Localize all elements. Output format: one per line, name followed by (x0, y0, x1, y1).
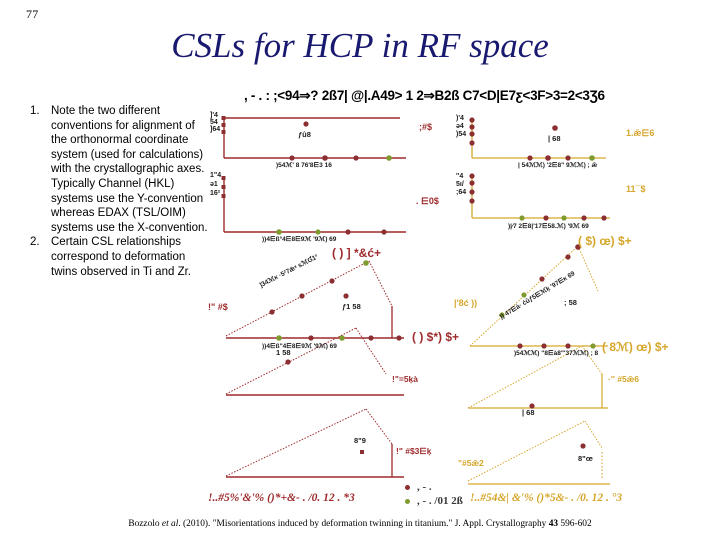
data-point-label: ƒû8 (298, 130, 311, 139)
axis-tick-row-label: )|⁄7 2⋿8|'17⋿58.ℳ) '9ℳ 69 (508, 223, 589, 230)
legend-marker-green-icon (405, 498, 410, 504)
list-item-number: 2. (30, 236, 40, 249)
axis-tick-label: ''4 (456, 173, 464, 180)
axis-tick-row-label: )54ℳℳ) "8⋿à8"'37ℳℳ) ; 8 (514, 350, 599, 357)
axis-tick-label: 16² (210, 190, 221, 197)
side-annotation: !"=5ķà (392, 374, 419, 384)
panel-caption-right: !..#54&| &'% ()*5&- . /0. 12 . °3 (470, 492, 623, 504)
corner-annotation: ( ) ] *&ć+ (332, 246, 382, 260)
axis-tick-label: ǝ4 (456, 123, 464, 130)
legend-item: , - . (405, 480, 463, 494)
interior-point-label: ; 58 (564, 298, 577, 307)
axis-tick-label: )'4 (456, 115, 464, 122)
citation-pages: 596-602 (558, 519, 592, 529)
side-annotation: 11¯$ (626, 184, 646, 194)
axis-tick-label: ]64 (210, 126, 221, 133)
citation-rest: . (2010). "Misorientations induced by de… (178, 519, 549, 529)
rf-space-diagram-left: ]'4 54 ]64 ƒû8 )54ℳ' 8 76'8⋿3 16 ;#$ 1"4… (208, 106, 464, 506)
corner-annotation: ( ) $*) $+ (412, 330, 460, 344)
slide-canvas: 77 CSLs for HCP in RF space 1. Note the … (0, 0, 720, 540)
axis-tick-label: 54 (210, 119, 218, 126)
data-point-label: | 68 (522, 408, 535, 417)
figure-area: , - . : ;<94⇒? 2ß7| @|.A49> 1 2⇒B2ß C7<D… (208, 88, 718, 513)
data-point-label: 1 58 (276, 348, 291, 357)
bullet-list: 1. Note the two different conventions fo… (30, 104, 210, 279)
legend-item: , - . /01 2ß (405, 494, 463, 508)
left-annotation: !" #$ (208, 302, 228, 312)
axis-tick-label: ǝ1 (210, 181, 218, 188)
list-item-text: Certain CSL relationships correspond to … (51, 236, 191, 278)
data-point-label: 8"œ (578, 454, 593, 463)
rf-space-diagram-right: )'4 ǝ4 )54 | 68 | 54ℳℳ) '2⋿8" 9ℳℳ) ; ǣ 1… (454, 106, 710, 506)
legend-label: , - . /01 2ß (417, 495, 463, 507)
axis-tick-label: 1"4 (210, 172, 222, 179)
citation-volume: 43 (548, 519, 559, 529)
side-annotation: ;#$ (419, 122, 433, 132)
side-annotation: . ⋿0$ (416, 196, 439, 206)
data-point-label: 8"9 (354, 436, 366, 445)
citation-authors: Bozzolo (128, 519, 162, 529)
side-annotation: ·'' #5ǣ6 (608, 374, 639, 384)
legend-marker-red-icon (405, 484, 410, 490)
side-annotation: 1.ǣ⋿6 (626, 128, 655, 138)
citation-etal: et al (161, 519, 179, 529)
side-annotation: !" #$3⋿ķ (396, 446, 432, 456)
list-item: 1. Note the two different conventions fo… (30, 104, 210, 235)
corner-annotation: ( $) œ) $+ (578, 234, 632, 248)
figure-header-text: , - . : ;<94⇒? 2ß7| @|.A49> 1 2⇒B2ß C7<D… (244, 88, 605, 103)
list-item-text: Note the two different conventions for a… (51, 105, 208, 234)
interior-point-label: ƒ1 58 (342, 302, 361, 311)
axis-tick-label: ;64 (456, 189, 467, 196)
citation-footer: Bozzolo et al. (2010). "Misorientations … (0, 519, 720, 529)
data-point-label: | 68 (548, 134, 561, 143)
left-annotation: |'8ć )) (454, 298, 478, 308)
axis-tick-row-label: ))4⋿ß"4⋿8⋿9ℳ '9ℳ) 69 (262, 343, 337, 350)
axis-tick-row-label: )54ℳ' 8 76'8⋿3 16 (276, 162, 332, 169)
panel-caption-left: !..#5%'&'% ()*+&- . /0. 12 . *3 (208, 492, 355, 504)
page-number: 77 (26, 7, 39, 21)
axis-tick-label: )54 (456, 131, 467, 138)
side-annotation: "#5ǣ2 (458, 458, 484, 468)
list-item: 2. Certain CSL relationships correspond … (30, 235, 210, 279)
page-title: CSLs for HCP in RF space (171, 26, 549, 65)
axis-tick-label: ]'4 (210, 112, 218, 119)
axis-tick-row-label: ))4⋿ß°4⋿8⋿9ℳ '9ℳ) 69 (262, 236, 337, 243)
legend: , - . , - . /01 2ß (405, 480, 463, 508)
axis-tick-row-label: | 54ℳℳ) '2⋿8" 9ℳℳ) ; ǣ (518, 162, 598, 169)
axis-tick-label: 5ı/ (456, 181, 464, 188)
list-item-number: 1. (30, 105, 40, 117)
legend-label: , - . (417, 481, 432, 493)
corner-annotation: ( 8ℳ) œ) $+ (602, 340, 669, 354)
